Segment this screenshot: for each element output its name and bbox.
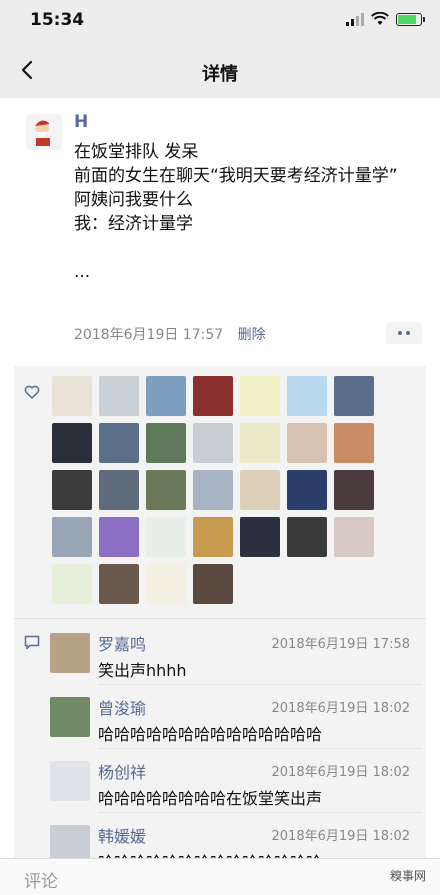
liker-avatar[interactable]	[287, 470, 327, 510]
wifi-icon	[371, 12, 389, 25]
dot-icon	[398, 331, 402, 335]
comment-time: 2018年6月19日 18:02	[271, 765, 411, 780]
commenter-name[interactable]: 罗嘉鸣	[98, 631, 146, 655]
liker-avatar[interactable]	[52, 564, 92, 604]
comment-input-bar[interactable]: 评论 糗事网	[0, 858, 440, 895]
more-options-button[interactable]	[386, 322, 422, 344]
post-content: 在饭堂排队 发呆 前面的女生在聊天“我明天要考经济计量学” 阿姨问我要什么 我：…	[74, 142, 398, 282]
liker-avatar[interactable]	[287, 376, 327, 416]
liker-avatar[interactable]	[146, 376, 186, 416]
liker-avatar[interactable]	[52, 517, 92, 557]
liker-avatar[interactable]	[287, 517, 327, 557]
liker-avatar[interactable]	[240, 470, 280, 510]
status-icons	[346, 12, 425, 26]
comment-item[interactable]: 杨创祥 2018年6月19日 18:02 哈哈哈哈哈哈哈哈在饭堂笑出声	[50, 749, 422, 813]
liker-avatar[interactable]	[240, 423, 280, 463]
liker-avatar[interactable]	[146, 470, 186, 510]
comment-text: 哈哈哈哈哈哈哈哈在饭堂笑出声	[98, 789, 323, 808]
commenter-name[interactable]: 曾浚瑜	[98, 695, 146, 719]
liker-avatar[interactable]	[52, 470, 92, 510]
liker-avatar[interactable]	[146, 423, 186, 463]
page-title: 详情	[202, 64, 238, 85]
dot-icon	[406, 331, 410, 335]
status-bar: 15:34	[0, 0, 440, 44]
liker-avatar[interactable]	[334, 376, 374, 416]
liker-avatar[interactable]	[99, 517, 139, 557]
post-timestamp: 2018年6月19日 17:57	[74, 327, 224, 343]
santa-avatar-icon	[35, 120, 53, 146]
commenter-avatar[interactable]	[50, 761, 90, 801]
liker-avatar[interactable]	[99, 470, 139, 510]
comment-icon	[24, 635, 40, 650]
liker-avatar[interactable]	[99, 423, 139, 463]
liker-avatar[interactable]	[240, 376, 280, 416]
liker-avatar[interactable]	[334, 423, 374, 463]
liker-avatar-grid	[52, 376, 374, 604]
watermark: 糗事网	[389, 869, 426, 883]
comments-section: 罗嘉鸣 2018年6月19日 17:58 笑出声hhhh 曾浚瑜 2018年6月…	[14, 618, 426, 872]
post-meta: 2018年6月19日 17:57 删除	[74, 324, 266, 344]
comment-time: 2018年6月19日 18:02	[271, 829, 411, 844]
comment-item[interactable]: 罗嘉鸣 2018年6月19日 17:58 笑出声hhhh	[50, 621, 422, 685]
comment-text: 笑出声hhhh	[98, 661, 187, 680]
comment-time: 2018年6月19日 18:02	[271, 701, 411, 716]
likes-section	[14, 366, 426, 618]
author-name[interactable]: H	[74, 112, 88, 132]
author-avatar[interactable]	[26, 114, 62, 150]
liker-avatar[interactable]	[99, 376, 139, 416]
liker-avatar[interactable]	[193, 376, 233, 416]
liker-avatar[interactable]	[52, 423, 92, 463]
signal-icon	[346, 12, 364, 26]
status-time: 15:34	[30, 10, 85, 30]
comment-item[interactable]: 曾浚瑜 2018年6月19日 18:02 哈哈哈哈哈哈哈哈哈哈哈哈哈哈	[50, 685, 422, 749]
liker-avatar[interactable]	[146, 517, 186, 557]
heart-icon	[24, 385, 40, 399]
commenter-name[interactable]: 杨创祥	[98, 759, 146, 783]
liker-avatar[interactable]	[240, 517, 280, 557]
commenter-avatar[interactable]	[50, 633, 90, 673]
liker-avatar[interactable]	[52, 376, 92, 416]
liker-avatar[interactable]	[193, 423, 233, 463]
liker-avatar[interactable]	[334, 470, 374, 510]
comment-input-placeholder[interactable]: 评论	[24, 867, 58, 892]
commenter-avatar[interactable]	[50, 697, 90, 737]
liker-avatar[interactable]	[334, 517, 374, 557]
delete-button[interactable]: 删除	[238, 327, 266, 343]
liker-avatar[interactable]	[193, 470, 233, 510]
liker-avatar[interactable]	[193, 517, 233, 557]
battery-icon	[396, 12, 425, 26]
comment-time: 2018年6月19日 17:58	[271, 637, 411, 652]
liker-avatar[interactable]	[193, 564, 233, 604]
comment-text: 哈哈哈哈哈哈哈哈哈哈哈哈哈哈	[98, 725, 323, 744]
liker-avatar[interactable]	[287, 423, 327, 463]
nav-bar: 详情	[0, 44, 440, 98]
liker-avatar[interactable]	[99, 564, 139, 604]
liker-avatar[interactable]	[146, 564, 186, 604]
commenter-name[interactable]: 韩媛媛	[98, 823, 146, 847]
